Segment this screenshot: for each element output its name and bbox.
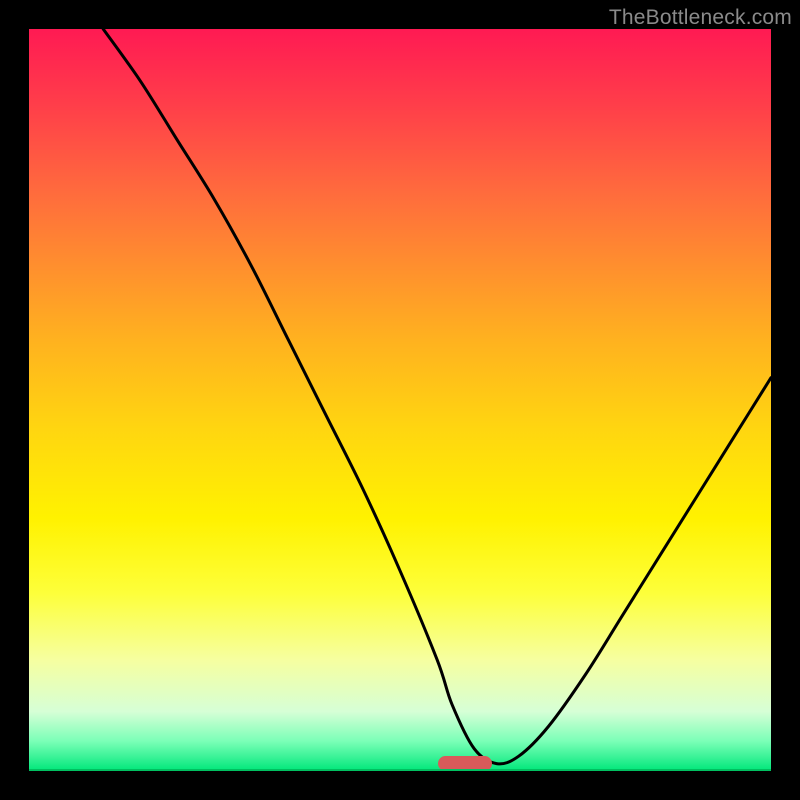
baseline-green bbox=[29, 769, 771, 771]
bottleneck-curve bbox=[29, 29, 771, 771]
outer-frame: TheBottleneck.com bbox=[0, 0, 800, 800]
watermark-text: TheBottleneck.com bbox=[609, 6, 792, 30]
